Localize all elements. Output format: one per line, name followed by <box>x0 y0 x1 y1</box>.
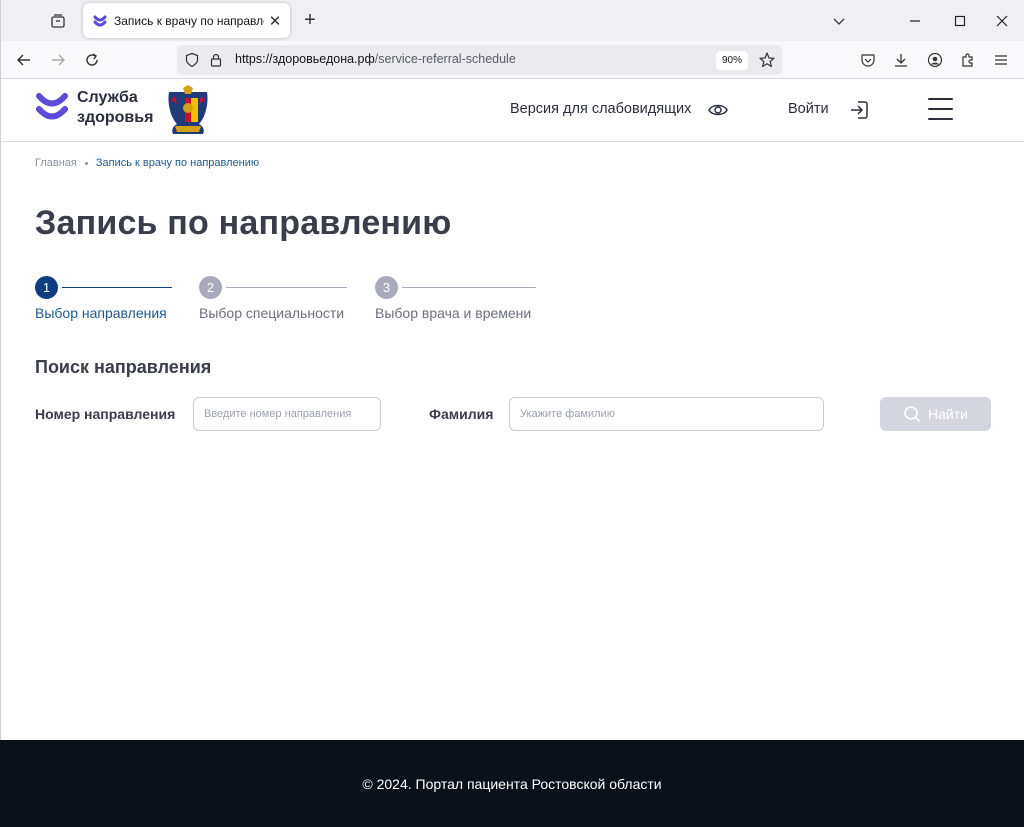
browser-tab-active[interactable]: Запись к врачу по направлению ✕ <box>83 3 290 38</box>
url-host: https://здоровьедона.рф <box>235 52 375 66</box>
find-button[interactable]: Найти <box>880 397 991 431</box>
surname-label: Фамилия <box>429 406 494 422</box>
search-section-title: Поиск направления <box>35 357 212 377</box>
step-2-line <box>226 287 347 288</box>
login-link[interactable]: Войти <box>788 101 829 117</box>
step-3-label: Выбор врача и времени <box>375 305 532 321</box>
url-path: /service-referral-schedule <box>374 52 516 66</box>
tab-title: Запись к врачу по направлению <box>114 13 264 28</box>
downloads-icon[interactable] <box>890 49 912 71</box>
site-logo[interactable]: Служба здоровья <box>35 88 153 128</box>
rostov-region-emblem-icon <box>168 85 208 134</box>
new-tab-icon[interactable]: + <box>299 9 321 31</box>
forward-arrow-icon[interactable] <box>47 49 69 71</box>
step-2-number: 2 <box>199 276 222 299</box>
reload-icon[interactable] <box>81 49 103 71</box>
site-favicon-icon <box>93 15 107 26</box>
login-arrow-icon[interactable] <box>848 99 870 121</box>
step-1-number: 1 <box>35 276 58 299</box>
step-1-line <box>62 287 172 288</box>
pocket-icon[interactable] <box>857 49 879 71</box>
close-window-icon[interactable] <box>991 10 1013 32</box>
search-icon <box>904 406 920 422</box>
tracking-shield-icon[interactable] <box>184 52 200 68</box>
step-3-line <box>402 287 536 288</box>
footer-copyright: © 2024. Портал пациента Ростовской облас… <box>362 775 662 792</box>
logo-line-1: Служба <box>77 89 138 106</box>
site-header: Служба здоровья Версия для слабовидящих … <box>0 79 1024 142</box>
referral-number-input[interactable] <box>193 397 381 431</box>
extensions-icon[interactable] <box>957 49 979 71</box>
logo-text: Служба здоровья <box>77 88 153 128</box>
find-button-label: Найти <box>928 406 968 422</box>
lock-icon[interactable] <box>208 52 224 68</box>
hamburger-menu-icon[interactable] <box>928 98 953 120</box>
address-bar[interactable]: https://здоровьедона.рф/service-referral… <box>177 45 782 75</box>
referral-number-label: Номер направления <box>35 406 176 422</box>
breadcrumb: Главная Запись к врачу по направлению <box>35 157 259 169</box>
low-vision-version-link[interactable]: Версия для слабовидящих <box>510 101 691 117</box>
main-content: Главная Запись к врачу по направлению За… <box>0 142 1024 740</box>
tab-close-icon[interactable]: ✕ <box>268 12 282 30</box>
site-footer: © 2024. Портал пациента Ростовской облас… <box>0 740 1024 827</box>
account-icon[interactable] <box>924 49 946 71</box>
breadcrumb-separator <box>84 161 88 165</box>
browser-nav-bar: https://здоровьедона.рф/service-referral… <box>0 41 1024 79</box>
app-menu-icon[interactable] <box>990 49 1012 71</box>
breadcrumb-current: Запись к врачу по направлению <box>95 157 260 169</box>
tab-list-icon[interactable] <box>47 10 69 32</box>
eye-icon[interactable] <box>707 99 729 121</box>
step-1-label: Выбор направления <box>35 305 167 321</box>
maximize-window-icon[interactable] <box>949 10 971 32</box>
logo-heart-icon <box>36 93 68 120</box>
url-text: https://здоровьедона.рф/service-referral… <box>235 52 516 66</box>
page-title: Запись по направлению <box>35 204 452 242</box>
step-2-label: Выбор специальности <box>199 305 345 321</box>
zoom-level-badge[interactable]: 90% <box>716 51 748 70</box>
logo-line-2: здоровья <box>77 109 154 126</box>
tab-overflow-chevron-icon[interactable] <box>828 10 850 32</box>
minimize-window-icon[interactable] <box>904 10 926 32</box>
breadcrumb-home[interactable]: Главная <box>35 157 77 169</box>
browser-tab-bar: Запись к врачу по направлению ✕ + <box>0 0 1024 41</box>
surname-input[interactable] <box>509 397 824 431</box>
bookmark-star-icon[interactable] <box>758 51 776 69</box>
step-3-number: 3 <box>375 276 398 299</box>
back-arrow-icon[interactable] <box>13 49 35 71</box>
